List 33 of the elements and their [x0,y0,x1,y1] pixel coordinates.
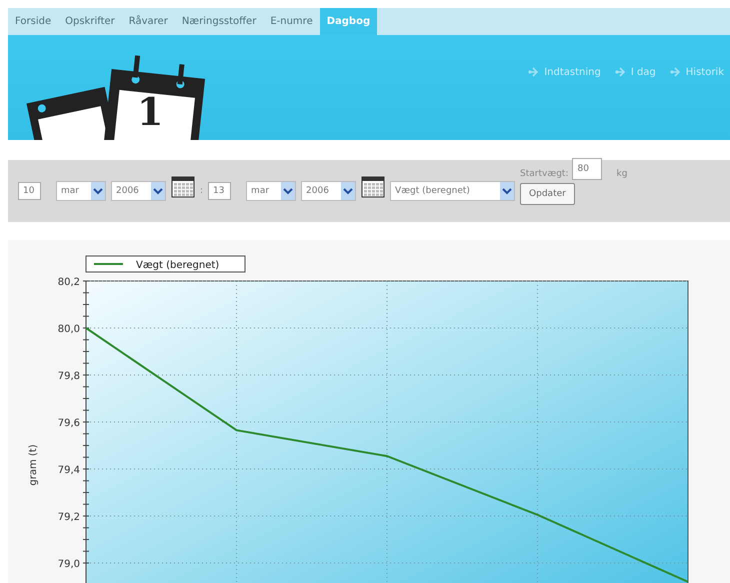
start-weight-label: Startvægt: [520,168,568,178]
unit-label: kg [616,168,628,178]
arrow-icon [670,67,682,77]
arrow-icon [614,67,627,77]
day-field[interactable]: 10 [18,182,41,200]
year-select[interactable]: 2006 [111,181,166,201]
calendar-icon[interactable] [171,176,195,198]
y-axis-label: gram (t) [28,444,39,486]
y-tick-label: 80,2 [58,277,80,288]
y-tick-label: 79,2 [58,512,80,524]
nav-tab[interactable]: E-numre [263,8,320,35]
y-tick-label: 79,6 [58,418,80,429]
calendar-icon[interactable] [361,176,386,198]
start-weight-field[interactable]: 80 [572,158,602,180]
logo-digit: 1 [137,93,164,131]
y-tick-label: 79,8 [58,371,80,382]
measure-select[interactable]: Vægt (beregnet) [390,181,516,201]
nav-tab[interactable]: Opskrifter [58,8,122,35]
update-button[interactable]: Opdater [520,182,575,204]
y-tick-label: 79,4 [58,465,80,476]
chart-legend: Vægt (beregnet) [86,256,246,272]
arrow-icon [528,67,540,77]
date-separator: : [200,186,204,196]
nav-tab[interactable]: Råvarer [122,8,175,35]
y-tick-label: 80,0 [58,324,80,335]
day-field[interactable]: 13 [208,182,232,200]
nav-tab[interactable]: Næringsstoffer [174,8,264,35]
month-select[interactable]: mar [56,181,106,201]
month-select[interactable]: mar [246,181,296,201]
year-select[interactable]: 2006 [301,181,356,201]
legend-label: Vægt (beregnet) [136,260,220,271]
y-tick-label: 79,0 [58,559,80,570]
nav-tab[interactable]: Forside [8,8,58,35]
